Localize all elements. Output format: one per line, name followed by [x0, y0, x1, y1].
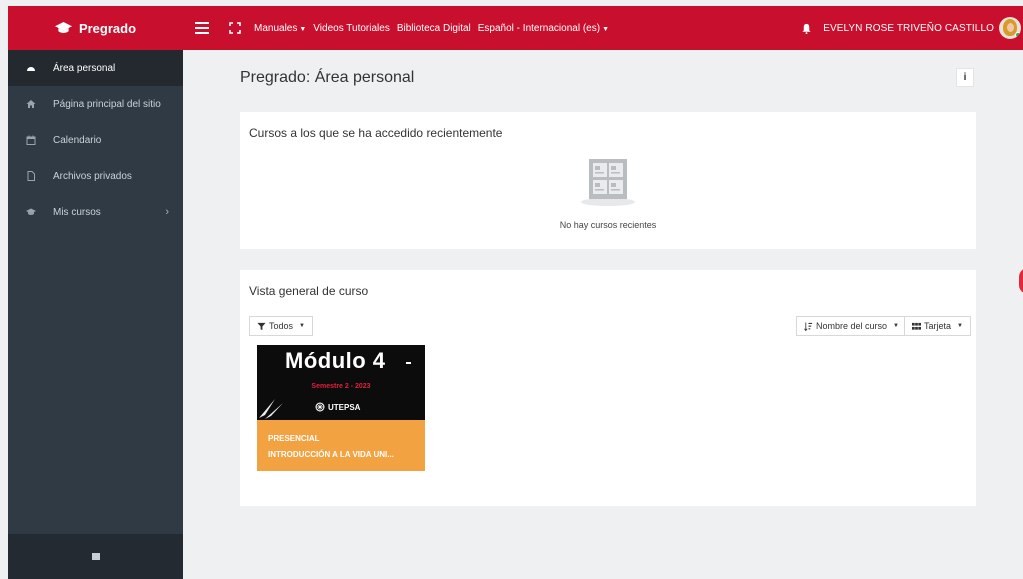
bell-icon[interactable] — [801, 23, 812, 34]
sort-icon — [804, 321, 813, 331]
course-card[interactable]: Módulo 4 Semestre 2 - 2023 UTEPSA PRESEN… — [257, 345, 425, 471]
course-info[interactable]: PRESENCIAL INTRODUCCIÓN A LA VIDA UNI... — [257, 420, 425, 471]
nav-link-videos[interactable]: Videos Tutoriales — [313, 23, 390, 34]
filter-dropdown[interactable]: Todos ▼ — [249, 316, 313, 336]
sidebar-item-calendar[interactable]: Calendario — [8, 122, 183, 158]
user-area: EVELYN ROSE TRIVEÑO CASTILLO — [801, 6, 1021, 50]
star-logo-icon — [315, 402, 325, 412]
recent-courses-block: Cursos a los que se ha accedido reciente… — [240, 112, 976, 249]
sidebar-item-label: Mis cursos — [53, 206, 101, 218]
sidebar-item-area-personal[interactable]: Área personal — [8, 50, 183, 86]
filter-icon — [257, 322, 266, 330]
fullscreen-icon[interactable] — [229, 22, 241, 34]
sidebar-item-home[interactable]: Página principal del sitio — [8, 86, 183, 122]
graduation-cap-icon — [54, 22, 72, 34]
no-courses-illustration-icon — [581, 159, 635, 206]
online-status-icon — [1015, 32, 1021, 38]
nav-links: Manuales ▼ Videos Tutoriales Biblioteca D… — [254, 23, 609, 34]
calendar-icon — [26, 135, 36, 145]
dashboard-icon — [26, 63, 36, 73]
page-title: Pregrado: Área personal — [240, 69, 415, 86]
sort-dropdown[interactable]: Nombre del curso ▼ — [796, 316, 907, 336]
graduation-cap-icon — [26, 207, 36, 217]
sidebar-item-label: Archivos privados — [53, 170, 132, 182]
utepsa-logo: UTEPSA — [315, 402, 360, 412]
nav-link-manuales[interactable]: Manuales ▼ — [254, 23, 306, 34]
user-menu[interactable]: EVELYN ROSE TRIVEÑO CASTILLO — [823, 23, 994, 34]
view-mode-dropdown[interactable]: Tarjeta ▼ — [904, 316, 971, 336]
sidebar-item-my-courses[interactable]: Mis cursos › — [8, 194, 183, 230]
course-image-title: Módulo 4 — [285, 348, 386, 373]
avatar[interactable] — [999, 17, 1021, 39]
sidebar-item-label: Calendario — [53, 134, 102, 146]
grid-icon — [912, 322, 921, 330]
chevron-right-icon: › — [165, 206, 169, 218]
sidebar-footer — [8, 534, 183, 579]
site-brand[interactable]: Pregrado — [8, 6, 183, 50]
file-icon — [26, 171, 36, 181]
brand-label: Pregrado — [78, 20, 137, 36]
menu-toggle-icon[interactable] — [195, 22, 209, 34]
course-category: PRESENCIAL — [268, 434, 320, 443]
chat-bubble-button[interactable] — [1019, 268, 1023, 294]
sidebar: Área personal Página principal del sitio… — [8, 50, 183, 579]
course-overview-block: Vista general de curso Todos ▼ Nombre del… — [240, 270, 976, 506]
claw-marks-graphic — [259, 399, 283, 419]
nav-link-biblioteca[interactable]: Biblioteca Digital — [397, 23, 471, 34]
top-navbar: Pregrado Manuales ▼ Videos Tutoriales Bib… — [8, 6, 1023, 50]
page-actions-button[interactable]: i — [956, 68, 974, 87]
sidebar-item-private-files[interactable]: Archivos privados — [8, 158, 183, 194]
sidebar-item-label: Página principal del sitio — [53, 98, 161, 110]
course-image[interactable]: Módulo 4 Semestre 2 - 2023 UTEPSA — [257, 345, 425, 420]
language-menu[interactable]: Español - Internacional (es) ▼ — [478, 23, 609, 34]
browser-viewport: Pregrado Manuales ▼ Videos Tutoriales Bib… — [8, 6, 1023, 579]
course-name-link[interactable]: INTRODUCCIÓN A LA VIDA UNI... — [268, 447, 414, 463]
home-icon — [26, 99, 36, 109]
block-title: Cursos a los que se ha accedido reciente… — [249, 126, 503, 140]
sidebar-item-label: Área personal — [53, 62, 116, 74]
empty-state-text: No hay cursos recientes — [559, 220, 657, 230]
block-title: Vista general de curso — [249, 284, 369, 298]
info-icon: i — [963, 72, 967, 83]
block-drawer-icon[interactable] — [91, 553, 100, 560]
course-image-subtitle: Semestre 2 - 2023 — [311, 383, 371, 390]
